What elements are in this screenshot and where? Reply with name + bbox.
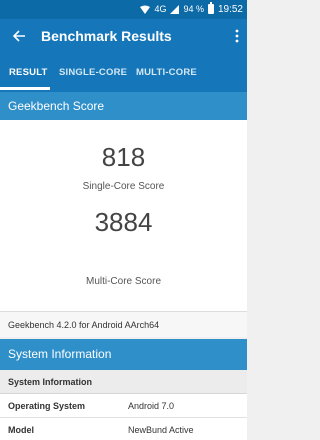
- table-row: Operating System Android 7.0: [0, 394, 247, 418]
- single-core-score: 818: [101, 142, 146, 172]
- table-group-header: System Information: [0, 370, 247, 394]
- multi-core-label: Multi-Core Score: [85, 276, 162, 287]
- system-info-table: System Information Operating System Andr…: [0, 370, 247, 440]
- score-card: 818 Single-Core Score 3884 Multi-Core Sc…: [0, 120, 247, 311]
- signal-icon: [170, 4, 180, 14]
- network-type: 4G: [154, 4, 167, 14]
- tab-single-core[interactable]: SINGLE-CORE: [59, 67, 127, 78]
- overflow-menu-button[interactable]: [229, 25, 245, 47]
- status-bar: 4G 94 % 19:52: [0, 0, 247, 19]
- clock: 19:52: [217, 3, 243, 15]
- table-row: Model NewBund Active: [0, 418, 247, 440]
- row-key: Model: [8, 425, 34, 435]
- wifi-icon: [140, 5, 151, 14]
- single-core-label: Single-Core Score: [82, 181, 165, 192]
- page-title: Benchmark Results: [41, 28, 172, 44]
- app-bar: Benchmark Results: [0, 19, 247, 52]
- system-information-header: System Information: [0, 339, 247, 370]
- tab-result[interactable]: RESULT: [9, 67, 48, 78]
- geekbench-version: Geekbench 4.2.0 for Android AArch64: [0, 311, 247, 337]
- tab-bar: RESULT SINGLE-CORE MULTI-CORE: [0, 52, 247, 92]
- back-button[interactable]: [8, 25, 30, 47]
- tab-indicator: [0, 87, 50, 90]
- row-key: Operating System: [8, 401, 86, 411]
- multi-core-score: 3884: [94, 207, 153, 237]
- more-vert-icon: [235, 29, 239, 43]
- tab-multi-core[interactable]: MULTI-CORE: [136, 67, 197, 78]
- battery-percent: 94 %: [183, 4, 204, 14]
- arrow-back-icon: [12, 30, 25, 42]
- row-value: NewBund Active: [128, 425, 194, 435]
- geekbench-score-header: Geekbench Score: [0, 92, 247, 120]
- row-value: Android 7.0: [128, 401, 175, 411]
- battery-icon: [207, 2, 214, 14]
